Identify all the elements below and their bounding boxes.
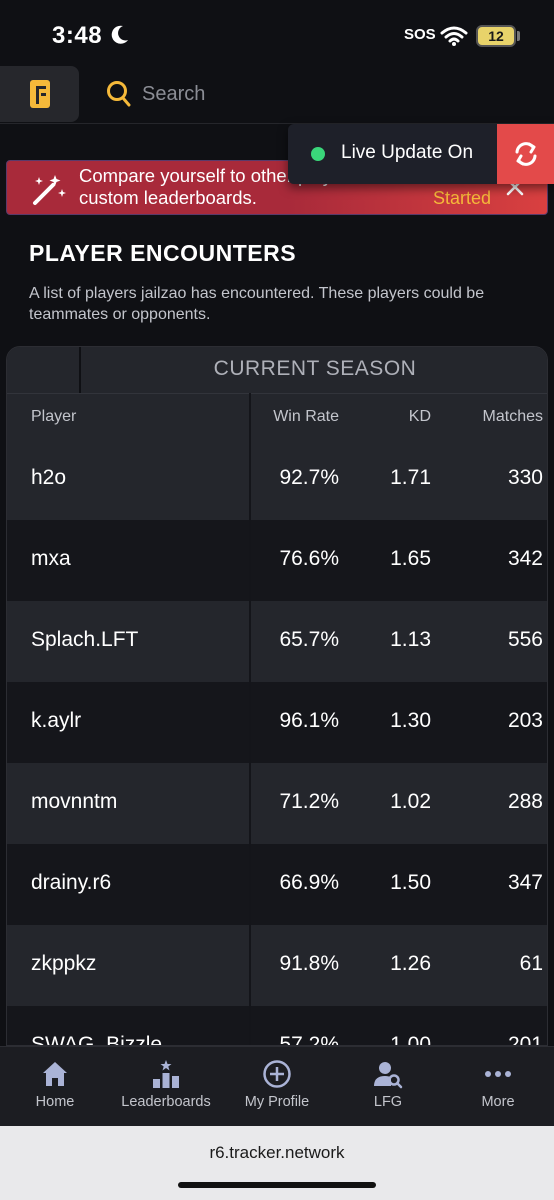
search-input[interactable]: Search [142, 83, 205, 106]
table-row[interactable]: h2o 92.7% 1.71 330 [7, 439, 547, 520]
table-row[interactable]: Splach.LFT 65.7% 1.13 556 [7, 601, 547, 682]
nav-my-profile[interactable]: My Profile [222, 1047, 332, 1127]
season-label: CURRENT SEASON [213, 357, 417, 380]
nav-label: Leaderboards [121, 1094, 211, 1110]
kd: 1.13 [390, 628, 431, 651]
win-rate: 96.1% [279, 709, 339, 732]
table-row[interactable]: mxa 76.6% 1.65 342 [7, 520, 547, 601]
live-update-toast[interactable]: Live Update On [288, 124, 554, 184]
matches: 288 [507, 790, 543, 813]
win-rate: 71.2% [279, 790, 339, 813]
win-rate: 66.9% [279, 871, 339, 894]
win-rate: 76.6% [279, 547, 339, 570]
table-row[interactable]: movnntm 71.2% 1.02 288 [7, 763, 547, 844]
battery-level: 12 [488, 28, 504, 44]
kd: 1.65 [390, 547, 431, 570]
matches: 203 [507, 709, 543, 732]
season-header: CURRENT SEASON [7, 347, 547, 393]
table-row[interactable]: SWAG_Bizzle 57.2% 1.00 201 [7, 1006, 547, 1046]
live-update-label: Live Update On [341, 142, 474, 163]
matches: 342 [507, 547, 543, 570]
r6-logo-icon [29, 80, 50, 108]
win-rate: 91.8% [279, 952, 339, 975]
win-rate: 92.7% [279, 466, 339, 489]
bottom-nav: Home Leaderboards My Profile LFG More [0, 1046, 554, 1126]
moon-icon [111, 25, 128, 44]
matches: 61 [519, 952, 543, 975]
column-divider [249, 393, 251, 1045]
top-bar: Search [0, 66, 554, 124]
refresh-button[interactable] [497, 124, 554, 184]
nav-label: LFG [373, 1094, 403, 1110]
header-kd[interactable]: KD [367, 408, 431, 426]
sos-indicator: SOS [404, 26, 436, 43]
r6-logo-button[interactable] [0, 66, 79, 122]
url-text[interactable]: r6.tracker.network [0, 1143, 554, 1163]
table-row[interactable]: drainy.r6 66.9% 1.50 347 [7, 844, 547, 925]
magic-wand-icon [33, 175, 66, 205]
matches: 556 [507, 628, 543, 651]
nav-more[interactable]: More [443, 1047, 553, 1127]
kd: 1.00 [390, 1033, 431, 1046]
home-indicator[interactable] [178, 1182, 376, 1188]
player-name[interactable]: SWAG_Bizzle [31, 1033, 162, 1045]
table-row[interactable]: zkppkz 91.8% 1.26 61 [7, 925, 547, 1006]
nav-label: Home [35, 1094, 75, 1110]
search-icon[interactable] [106, 80, 132, 108]
kd: 1.71 [390, 466, 431, 489]
player-name[interactable]: Splach.LFT [31, 628, 138, 652]
nav-lfg[interactable]: LFG [333, 1047, 443, 1127]
player-name[interactable]: movnntm [31, 790, 117, 814]
battery-tip [517, 31, 520, 41]
header-win-rate[interactable]: Win Rate [265, 408, 339, 426]
player-name[interactable]: zkppkz [31, 952, 96, 976]
nav-leaderboards[interactable]: Leaderboards [111, 1047, 221, 1127]
table-row[interactable]: k.aylr 96.1% 1.30 203 [7, 682, 547, 763]
add-circle-icon [263, 1060, 291, 1088]
win-rate: 65.7% [279, 628, 339, 651]
kd: 1.02 [390, 790, 431, 813]
browser-url-bar[interactable]: r6.tracker.network [0, 1126, 554, 1200]
section-description: A list of players jailzao has encountere… [29, 285, 485, 323]
nav-label: More [481, 1094, 515, 1110]
nav-home[interactable]: Home [0, 1047, 110, 1127]
wifi-icon [440, 26, 468, 46]
battery-icon: 12 [476, 25, 516, 47]
section-title: PLAYER ENCOUNTERS [29, 240, 297, 266]
player-name[interactable]: h2o [31, 466, 66, 490]
home-icon [43, 1062, 67, 1086]
encounters-table: CURRENT SEASON Player Win Rate KD Matche… [6, 346, 548, 1046]
kd: 1.50 [390, 871, 431, 894]
header-player[interactable]: Player [31, 408, 76, 426]
player-name[interactable]: mxa [31, 547, 71, 571]
matches: 347 [507, 871, 543, 894]
more-dots-icon [485, 1071, 511, 1077]
refresh-icon [515, 142, 536, 166]
nav-label: My Profile [244, 1094, 310, 1110]
status-time: 3:48 [52, 22, 103, 49]
kd: 1.26 [390, 952, 431, 975]
leaderboards-icon [153, 1060, 179, 1088]
win-rate: 57.2% [279, 1033, 339, 1046]
player-name[interactable]: k.aylr [31, 709, 81, 733]
player-name[interactable]: drainy.r6 [31, 871, 111, 895]
live-status-dot [311, 147, 325, 161]
user-search-icon [374, 1062, 403, 1089]
status-bar: 3:48 SOS 12 [0, 0, 554, 70]
matches: 201 [507, 1033, 543, 1046]
table-header: Player Win Rate KD Matches [7, 393, 547, 439]
kd: 1.30 [390, 709, 431, 732]
matches: 330 [507, 466, 543, 489]
header-matches[interactable]: Matches [457, 408, 543, 426]
